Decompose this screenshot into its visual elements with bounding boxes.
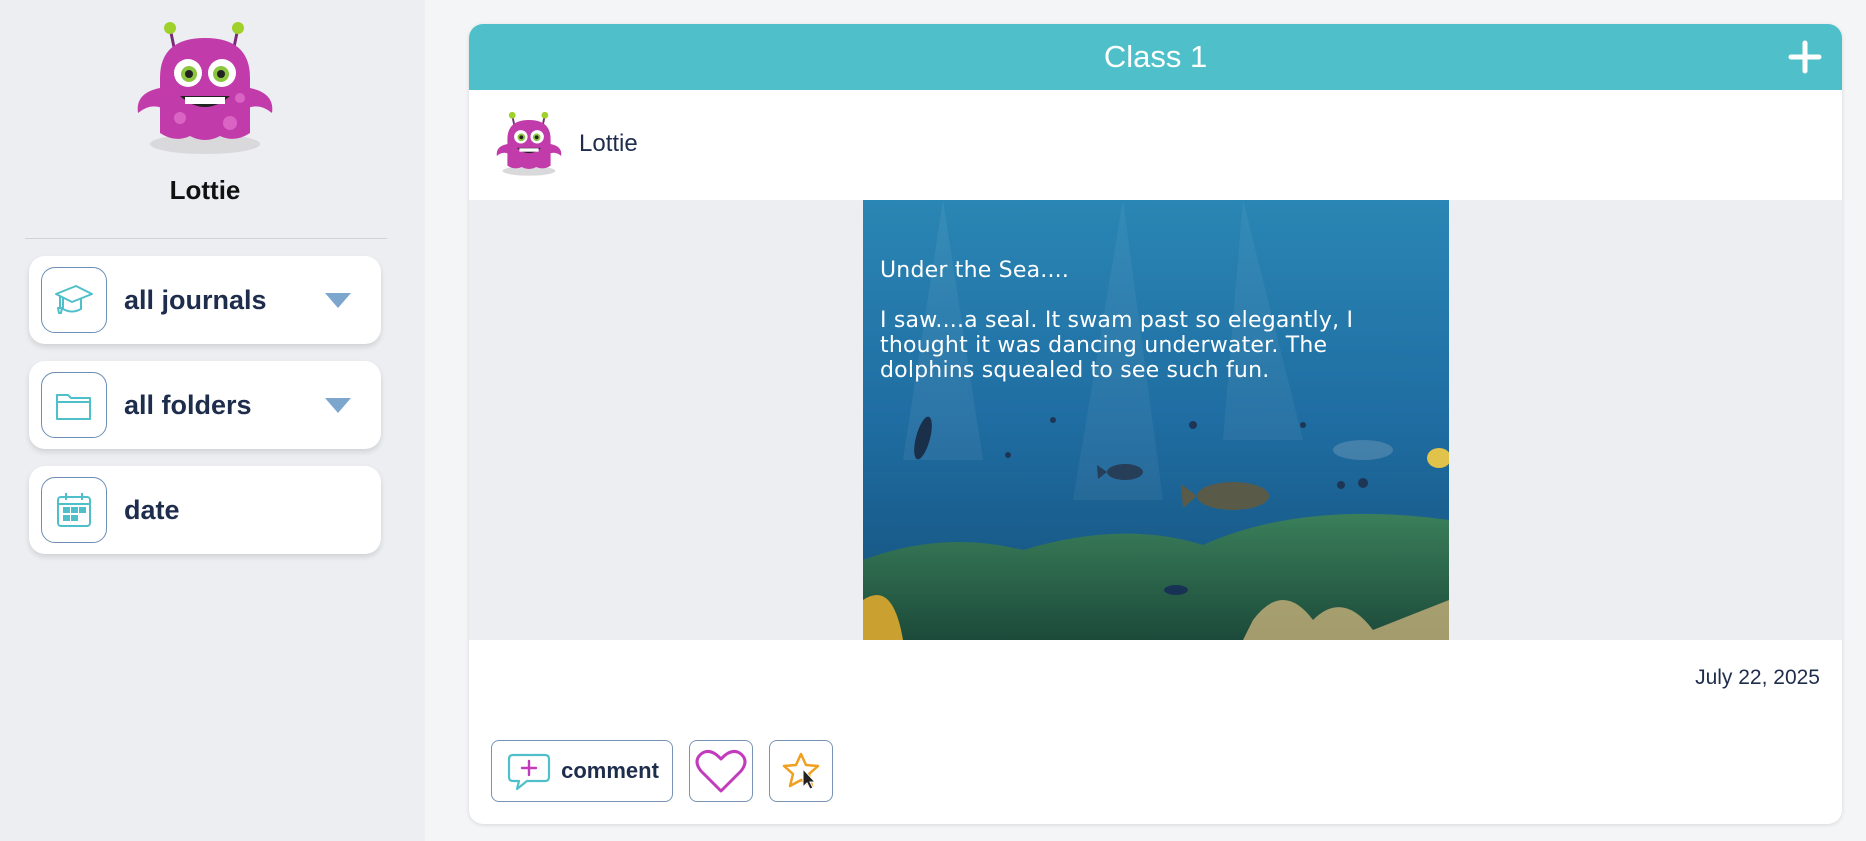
heart-icon (695, 749, 747, 793)
sidebar: Lottie all journals all folders date (0, 0, 425, 841)
filter-label: all journals (124, 284, 267, 315)
graduation-cap-icon (41, 267, 107, 333)
star-icon (782, 752, 820, 790)
all-folders-filter[interactable]: all folders (29, 361, 381, 449)
caption-line: thought it was dancing underwater. The (880, 333, 1328, 358)
plus-icon (1788, 40, 1822, 74)
caption-line: I saw....a seal. It swam past so elegant… (880, 308, 1354, 333)
chevron-down-icon (325, 292, 351, 308)
add-button[interactable] (1782, 34, 1828, 80)
image-caption: Under the Sea.... I saw....a seal. It sw… (880, 258, 1440, 383)
class-title: Class 1 (1103, 39, 1208, 74)
post-actions: comment (491, 740, 833, 802)
post-date: July 22, 2025 (1695, 666, 1820, 689)
add-comment-icon (507, 753, 551, 791)
profile-name: Lottie (169, 175, 241, 205)
filter-label: date (124, 494, 180, 525)
caption-title: Under the Sea.... (880, 258, 1070, 283)
filter-label: all folders (124, 389, 252, 420)
post-author: Lottie (493, 104, 638, 184)
all-journals-filter[interactable]: all journals (29, 256, 381, 344)
date-filter[interactable]: date (29, 466, 381, 554)
like-button[interactable] (689, 740, 753, 802)
class-header: Class 1 (469, 24, 1842, 90)
author-name[interactable]: Lottie (579, 130, 638, 158)
sidebar-divider (25, 238, 387, 239)
chevron-down-icon (325, 397, 351, 413)
post-card: Class 1 Lottie Under the Sea.... I saw..… (469, 24, 1842, 824)
post-media: Under the Sea.... I saw....a seal. It sw… (469, 200, 1842, 640)
folder-icon (41, 372, 107, 438)
profile-avatar (130, 18, 280, 158)
comment-button[interactable]: comment (491, 740, 673, 802)
calendar-icon (41, 477, 107, 543)
author-avatar (493, 108, 565, 180)
caption-line: dolphins squealed to see such fun. (880, 358, 1270, 383)
comment-label: comment (561, 758, 659, 783)
post-image[interactable]: Under the Sea.... I saw....a seal. It sw… (863, 200, 1449, 640)
favorite-button[interactable] (769, 740, 833, 802)
